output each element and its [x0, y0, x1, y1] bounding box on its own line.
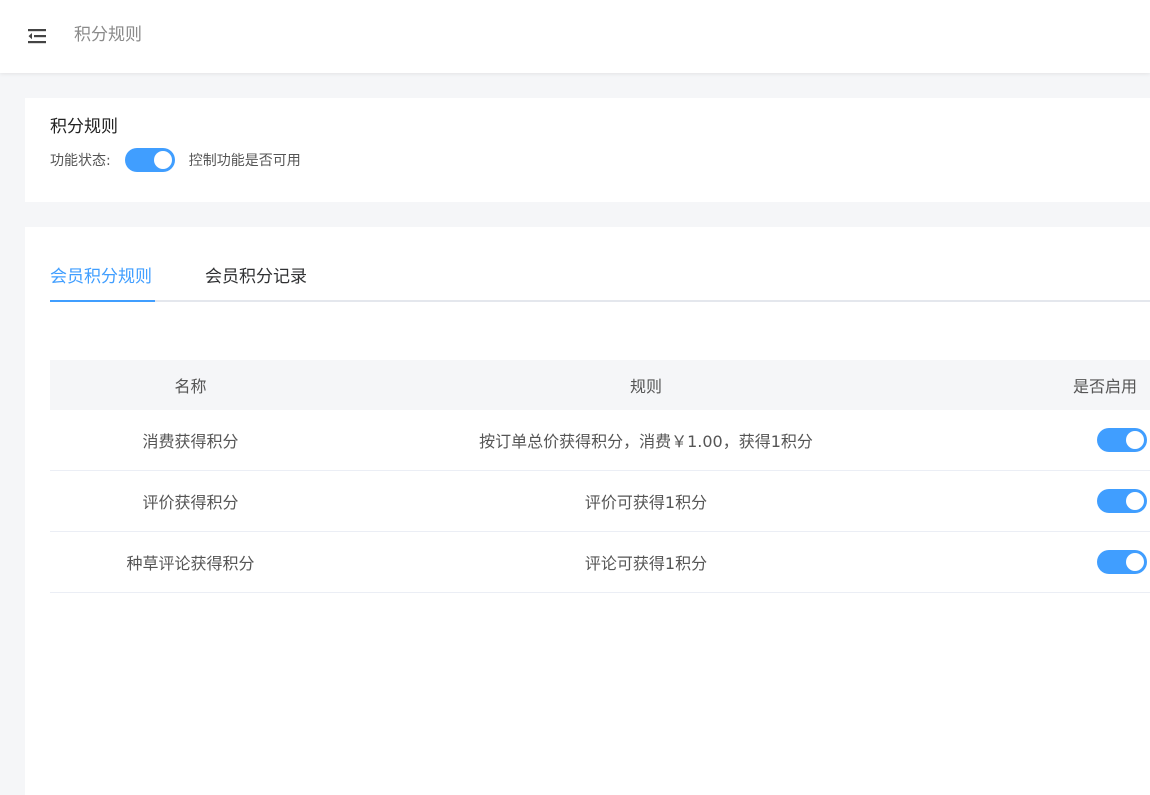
toggle-knob — [1126, 553, 1144, 571]
enable-toggle[interactable] — [1097, 550, 1147, 574]
table-row: 种草评论获得积分 评论可获得1积分 — [50, 532, 1150, 593]
status-description: 控制功能是否可用 — [188, 153, 301, 169]
feature-status-toggle[interactable] — [124, 148, 175, 172]
tab-member-points-records[interactable]: 会员积分记录 — [205, 264, 315, 302]
table-row: 评价获得积分 评价可获得1积分 — [50, 471, 1150, 532]
rule-name: 评价获得积分 — [142, 493, 239, 512]
toggle-knob — [153, 151, 172, 169]
page-title: 积分规则 — [74, 25, 142, 45]
menu-fold-icon[interactable] — [27, 27, 47, 45]
tabs: 会员积分规则 会员积分记录 — [50, 264, 1150, 302]
rule-description: 评论可获得1积分 — [584, 554, 708, 573]
enable-toggle[interactable] — [1097, 489, 1147, 513]
enable-toggle[interactable] — [1097, 428, 1147, 452]
column-header-name: 名称 — [174, 377, 207, 396]
table-header: 名称 规则 是否启用 — [50, 360, 1150, 410]
top-bar: 积分规则 — [0, 0, 1150, 73]
column-header-enabled: 是否启用 — [1072, 377, 1137, 396]
rule-name: 消费获得积分 — [142, 432, 239, 451]
status-row: 功能状态: 控制功能是否可用 — [50, 148, 301, 172]
enabled-cell — [961, 428, 1150, 452]
active-tab-indicator — [50, 300, 155, 302]
rules-table: 名称 规则 是否启用 消费获得积分 按订单总价获得积分，消费￥1.00，获得1积… — [50, 360, 1150, 593]
tab-member-points-rules[interactable]: 会员积分规则 — [50, 264, 155, 302]
rule-description: 按订单总价获得积分，消费￥1.00，获得1积分 — [479, 432, 813, 451]
main-card: 会员积分规则 会员积分记录 名称 规则 是否启用 消费获得积分 按订单总价获得积… — [25, 227, 1150, 795]
table-row: 消费获得积分 按订单总价获得积分，消费￥1.00，获得1积分 — [50, 410, 1150, 471]
rule-description: 评价可获得1积分 — [584, 493, 708, 512]
status-card: 积分规则 功能状态: 控制功能是否可用 — [25, 98, 1150, 202]
status-label: 功能状态: — [50, 153, 111, 169]
column-header-rule: 规则 — [629, 377, 662, 396]
rule-name: 种草评论获得积分 — [126, 554, 255, 573]
enabled-cell — [961, 489, 1150, 513]
toggle-knob — [1126, 492, 1144, 510]
card-title: 积分规则 — [50, 117, 118, 137]
toggle-knob — [1126, 431, 1144, 449]
enabled-cell — [961, 550, 1150, 574]
